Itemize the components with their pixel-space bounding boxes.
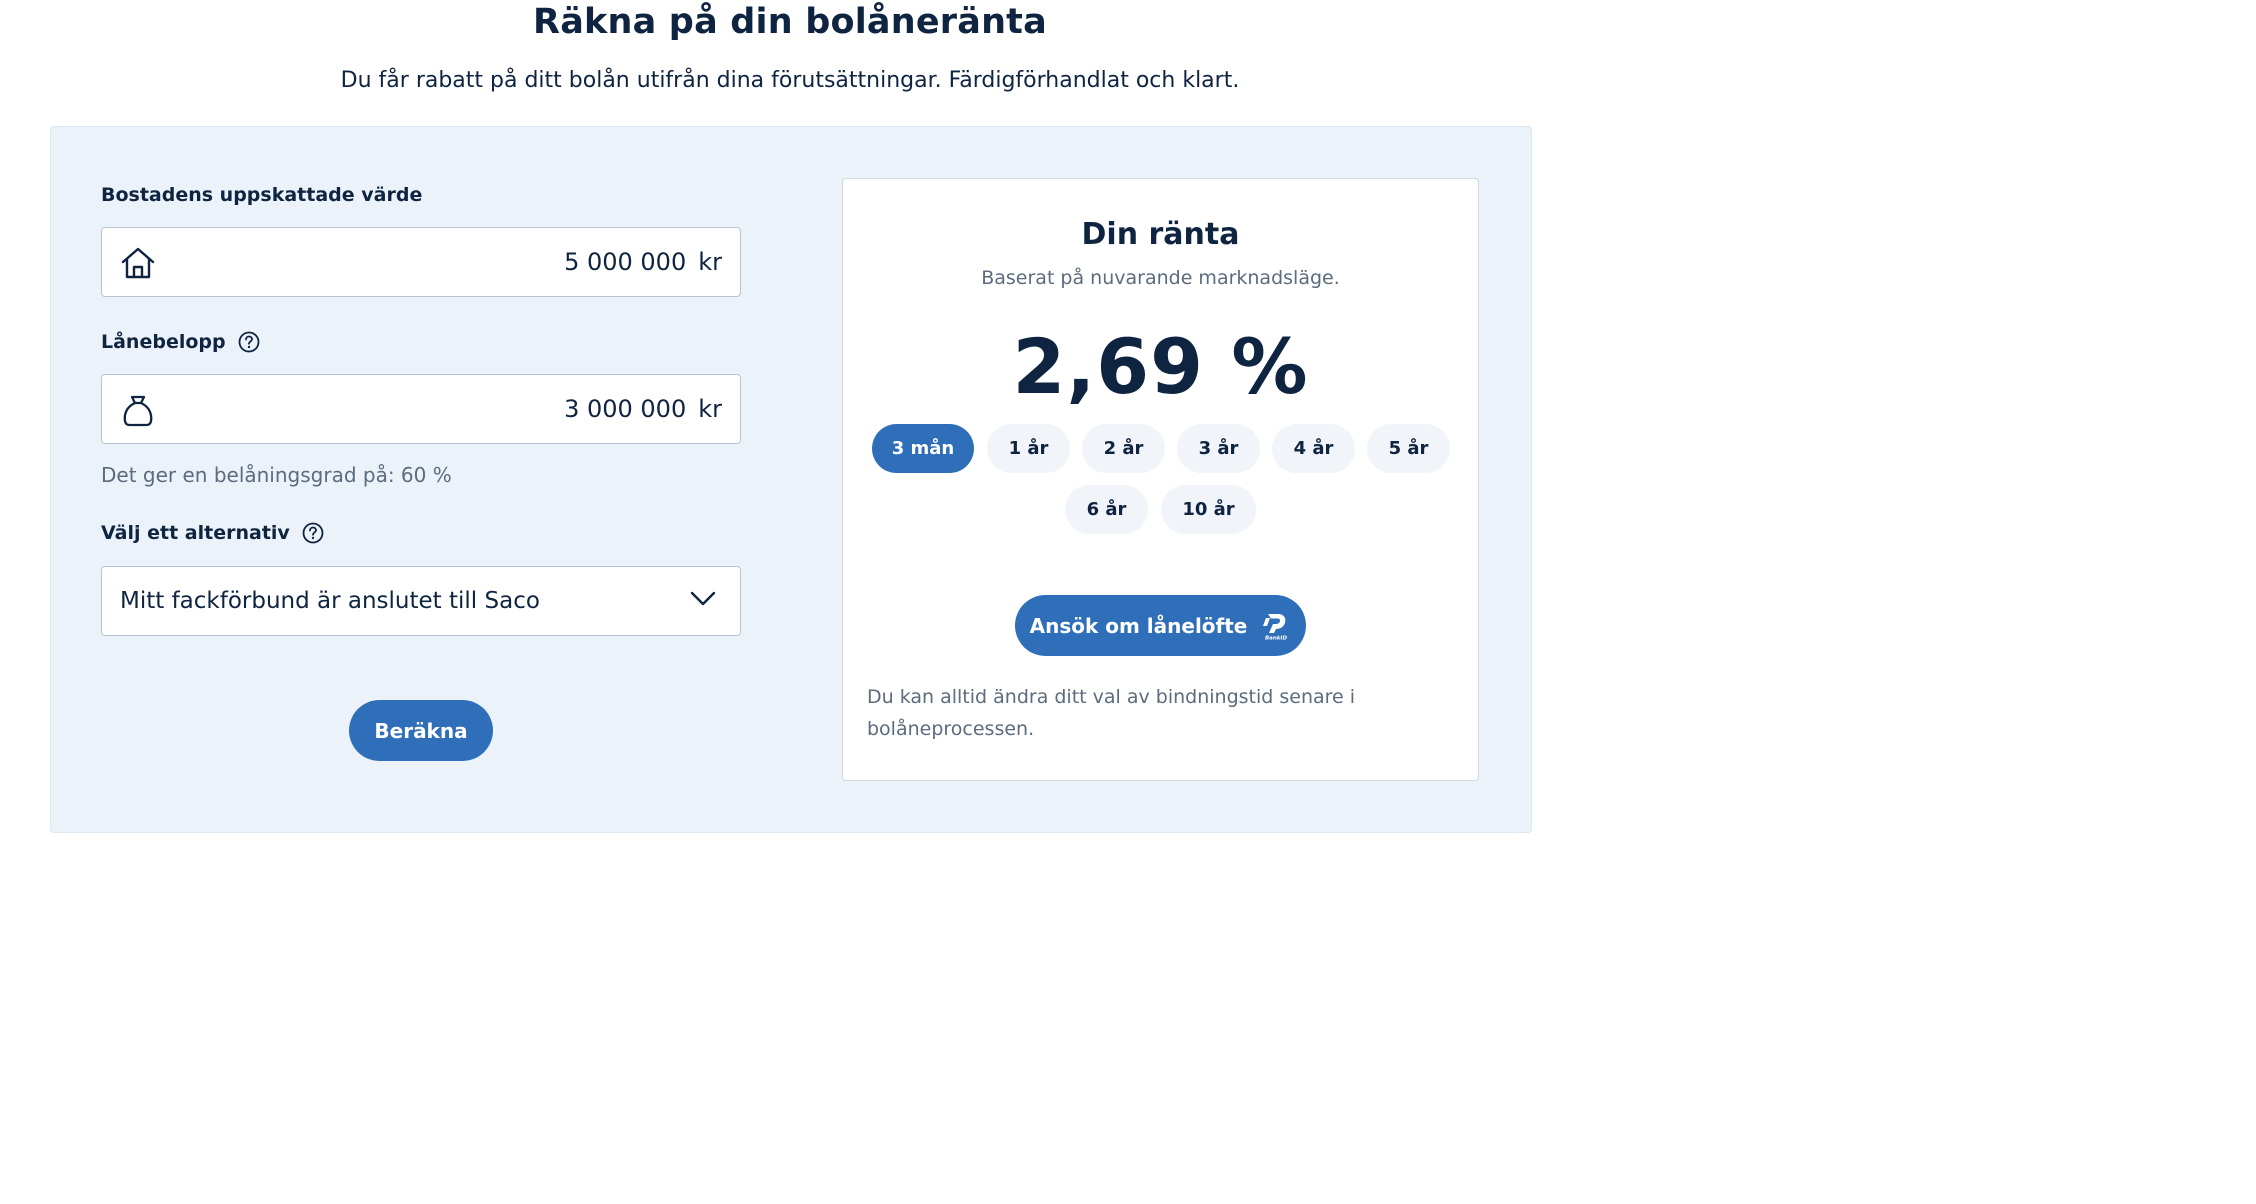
house-icon [121,247,155,279]
loan-amount-display: 3 000 000 kr [564,395,722,423]
rate-subtitle: Baserat på nuvarande marknadsläge. [981,267,1340,289]
property-value-display: 5 000 000 kr [564,248,722,276]
loan-amount-label: Lånebelopp [101,331,260,353]
property-value-unit: kr [698,248,722,276]
term-option-10ar[interactable]: 10 år [1161,485,1256,534]
loan-amount-input[interactable]: 3 000 000 kr [101,374,741,444]
option-label: Välj ett alternativ [101,522,324,544]
money-bag-icon [123,395,153,427]
page-subtitle: Du får rabatt på ditt bolån utifrån dina… [340,68,1240,93]
term-option-4ar[interactable]: 4 år [1272,424,1355,473]
term-option-2ar[interactable]: 2 år [1082,424,1165,473]
rate-title: Din ränta [1081,217,1240,252]
calculate-button[interactable]: Beräkna [349,700,493,761]
svg-text:BankID: BankID [1265,635,1288,641]
option-label-text: Välj ett alternativ [101,522,290,544]
loan-amount-label-text: Lånebelopp [101,331,226,353]
loan-amount-value: 3 000 000 [564,395,687,423]
option-selected-value: Mitt fackförbund är anslutet till Saco [120,588,540,614]
property-value-amount: 5 000 000 [564,248,687,276]
property-value-input[interactable]: 5 000 000 kr [101,227,741,297]
rate-value: 2,69 % [1012,322,1309,411]
term-option-6ar[interactable]: 6 år [1065,485,1148,534]
property-value-label-text: Bostadens uppskattade värde [101,184,423,206]
term-option-1ar[interactable]: 1 år [987,424,1070,473]
chevron-down-icon [690,591,716,606]
rate-card: Din ränta Baserat på nuvarande marknadsl… [842,178,1479,781]
bankid-icon: BankID [1263,613,1288,641]
term-option-5ar[interactable]: 5 år [1367,424,1450,473]
apply-button-label: Ansök om lånelöfte [1029,613,1248,638]
option-select[interactable]: Mitt fackförbund är anslutet till Saco [101,566,741,636]
question-circle-icon[interactable] [302,522,324,544]
term-option-3man[interactable]: 3 mån [872,424,974,473]
question-circle-icon[interactable] [238,331,260,353]
loan-amount-unit: kr [698,395,722,423]
apply-loan-promise-button[interactable]: Ansök om lånelöfte BankID [1015,595,1306,656]
term-change-note: Du kan alltid ändra ditt val av bindning… [867,686,1356,740]
ltv-text: Det ger en belåningsgrad på: 60 % [101,463,452,487]
page-title: Räkna på din bolåneränta [533,2,1047,42]
property-value-label: Bostadens uppskattade värde [101,184,422,206]
term-option-3ar[interactable]: 3 år [1177,424,1260,473]
